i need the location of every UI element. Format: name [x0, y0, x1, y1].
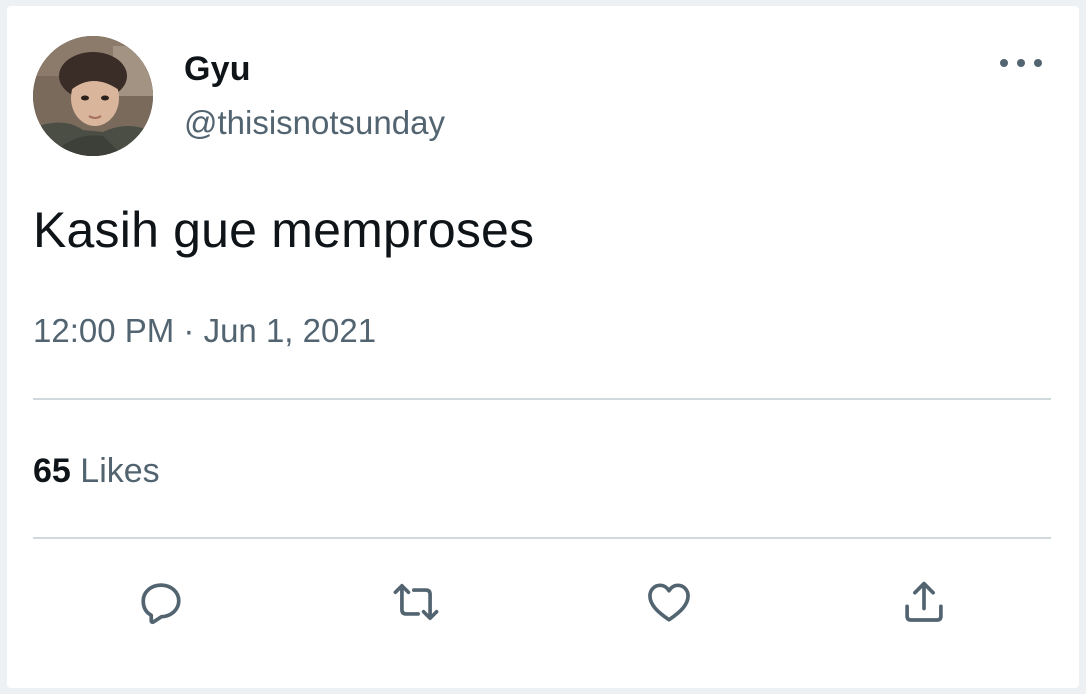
avatar[interactable]: [33, 36, 153, 156]
likes-stat[interactable]: 65 Likes: [33, 452, 160, 491]
more-dot: [1017, 59, 1025, 67]
reply-button[interactable]: [133, 574, 189, 630]
share-icon: [905, 581, 943, 622]
reply-icon: [141, 583, 181, 625]
more-dot: [1000, 59, 1008, 67]
tweet-text: Kasih gue memproses: [33, 202, 535, 258]
heart-icon: [648, 583, 690, 622]
share-button[interactable]: [896, 574, 952, 630]
more-dot: [1034, 59, 1042, 67]
tweet-timestamp[interactable]: 12:00 PM · Jun 1, 2021: [33, 312, 376, 350]
divider: [33, 398, 1051, 400]
tweet-card: Gyu @thisisnotsunday Kasih gue memproses…: [7, 6, 1079, 688]
avatar-photo: [33, 36, 153, 156]
likes-count: 65: [33, 452, 71, 490]
retweet-button[interactable]: [388, 574, 444, 630]
retweet-icon: [393, 583, 439, 621]
author-handle[interactable]: @thisisnotsunday: [184, 104, 445, 142]
like-button[interactable]: [641, 574, 697, 630]
author-name[interactable]: Gyu: [184, 50, 251, 89]
likes-label: Likes: [80, 452, 160, 490]
more-horizontal-icon[interactable]: [1000, 46, 1042, 80]
divider: [33, 537, 1051, 539]
